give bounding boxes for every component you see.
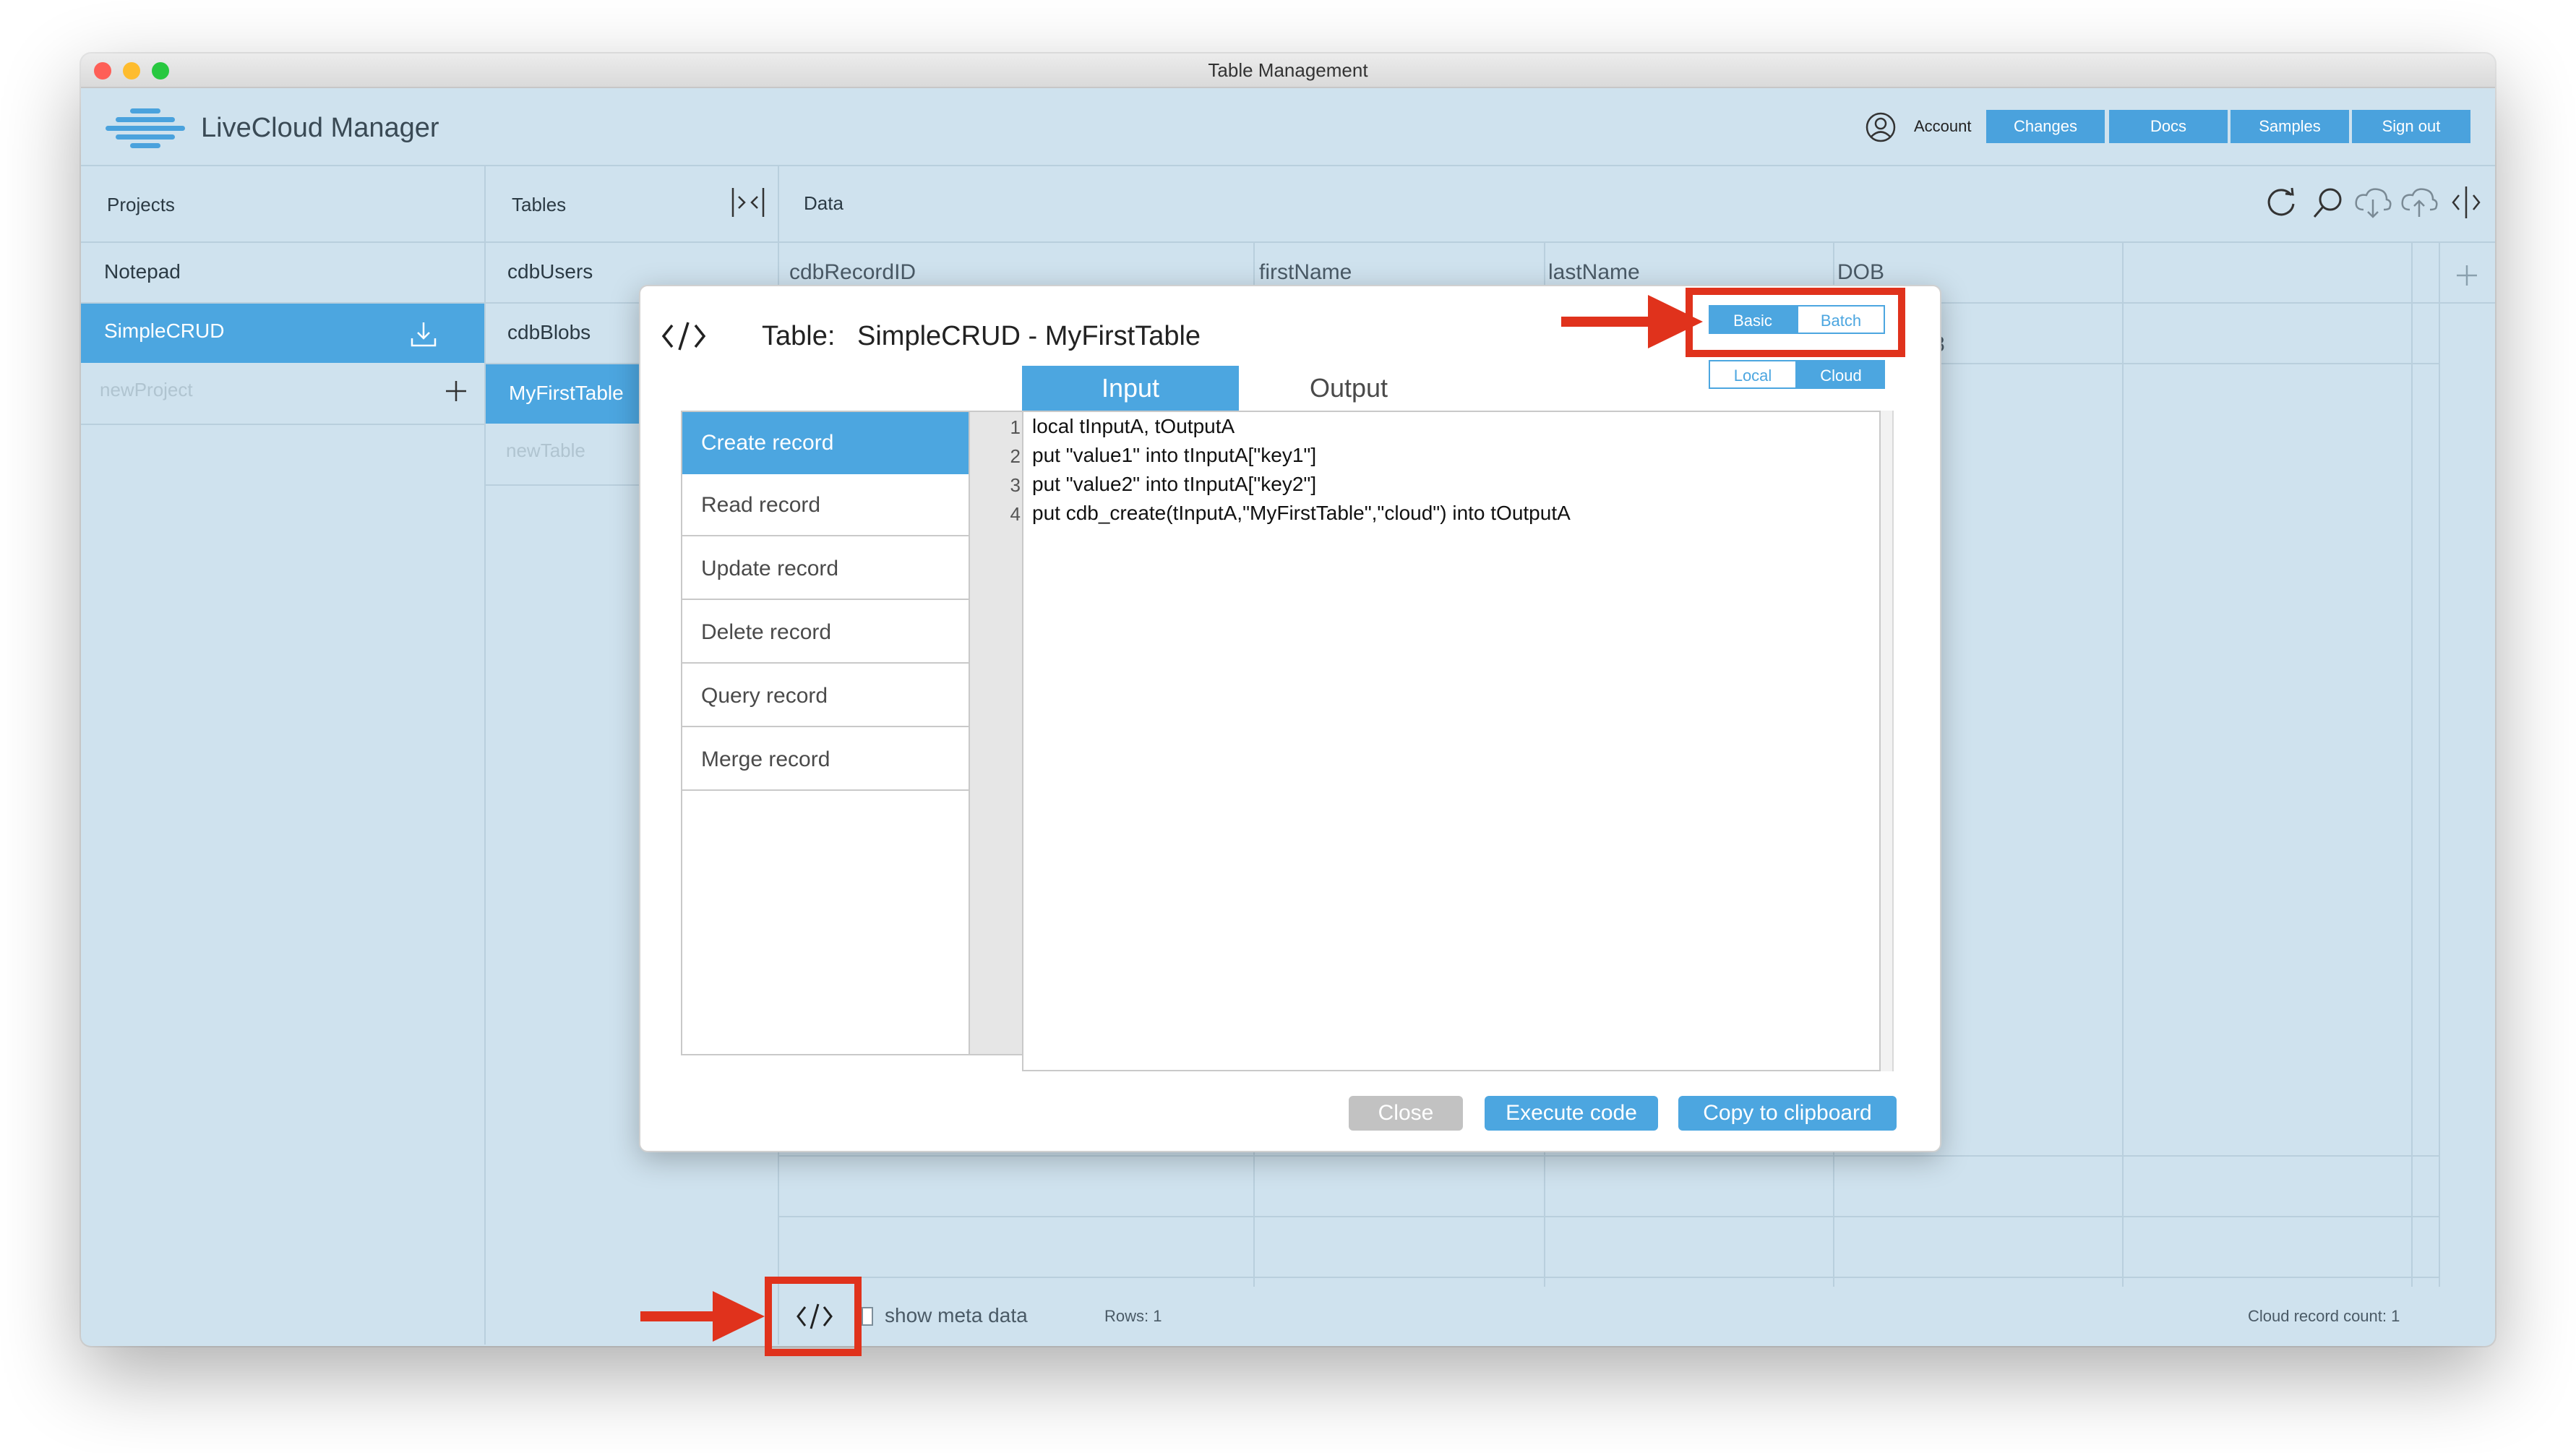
grid-header-cdbrecordid[interactable]: cdbRecordID (789, 260, 916, 285)
show-meta-label: show meta data (885, 1304, 1028, 1326)
rows-count: Rows: 1 (1104, 1307, 1162, 1325)
table-item-cdbblobs[interactable]: cdbBlobs (507, 321, 591, 344)
project-item-label: SimpleCRUD (104, 320, 225, 342)
line-number: 2 (1010, 445, 1021, 467)
new-table-input[interactable]: newTable (506, 440, 585, 462)
samples-button[interactable]: Samples (2231, 110, 2349, 143)
projects-divider (484, 165, 486, 1345)
table-item-myfirsttable[interactable]: MyFirstTable (486, 364, 645, 424)
brand-name: LiveCloud Manager (201, 113, 439, 143)
line-number: 3 (1010, 474, 1021, 496)
grid-header-firstname[interactable]: firstName (1259, 260, 1352, 285)
projects-heading: Projects (107, 194, 175, 215)
menu-query-record[interactable]: Query record (682, 665, 969, 727)
grid-row-divider (779, 1277, 2440, 1278)
dialog-table-name: SimpleCRUD - MyFirstTable (857, 321, 1201, 351)
window-title: Table Management (1208, 59, 1368, 81)
new-project-input[interactable]: newProject (100, 379, 193, 401)
title-bar: Table Management (81, 53, 2495, 88)
sign-out-button[interactable]: Sign out (2352, 110, 2470, 143)
tab-output[interactable]: Output (1240, 366, 1457, 411)
search-icon[interactable] (2310, 185, 2345, 220)
expand-panel-icon[interactable] (2449, 185, 2483, 220)
docs-button[interactable]: Docs (2109, 110, 2228, 143)
data-heading: Data (804, 192, 843, 214)
show-meta-checkbox[interactable] (862, 1307, 873, 1326)
cloud-download-icon[interactable] (2353, 185, 2392, 220)
cloud-upload-icon[interactable] (2400, 185, 2439, 220)
menu-create-record[interactable]: Create record (682, 412, 969, 474)
grid-row-divider (779, 1155, 2440, 1157)
code-line: put cdb_create(tInputA,"MyFirstTable","c… (1032, 502, 1571, 524)
project-item-notepad[interactable]: Notepad (104, 260, 181, 283)
menu-update-record[interactable]: Update record (682, 538, 969, 600)
execute-code-button[interactable]: Execute code (1485, 1096, 1658, 1131)
code-icon (661, 322, 706, 351)
menu-read-record[interactable]: Read record (682, 474, 969, 536)
changes-button[interactable]: Changes (1986, 110, 2105, 143)
copy-to-clipboard-button[interactable]: Copy to clipboard (1678, 1096, 1897, 1131)
row-divider (81, 424, 484, 425)
line-number: 4 (1010, 503, 1021, 525)
menu-merge-record[interactable]: Merge record (682, 729, 969, 791)
grid-col-divider (2411, 243, 2413, 1287)
row-divider (486, 484, 645, 486)
refresh-icon[interactable] (2264, 185, 2298, 220)
account-icon[interactable] (1865, 111, 1897, 143)
highlight-arrow-icon (1561, 295, 1703, 348)
cloud-record-count: Cloud record count: 1 (2248, 1307, 2400, 1325)
code-line: put "value2" into tInputA["key2"] (1032, 473, 1317, 495)
grid-edge (2439, 243, 2440, 1287)
table-item-label: MyFirstTable (509, 382, 624, 404)
collapse-panel-icon[interactable] (730, 187, 766, 218)
editor-scrollbar[interactable] (1881, 411, 1894, 1071)
menu-delete-record[interactable]: Delete record (682, 601, 969, 664)
table-item-cdbusers[interactable]: cdbUsers (507, 260, 593, 283)
dialog-table-label: Table: (762, 321, 836, 351)
cloud-toggle[interactable]: Cloud (1797, 360, 1885, 389)
grid-header-lastname[interactable]: lastName (1548, 260, 1640, 285)
code-line: local tInputA, tOutputA (1032, 415, 1235, 437)
code-line: put "value1" into tInputA["key1"] (1032, 444, 1317, 466)
grid-col-divider (2122, 243, 2124, 1287)
add-column-icon[interactable] (2455, 263, 2479, 288)
livecloud-logo-icon (106, 108, 185, 148)
download-icon[interactable] (409, 320, 438, 348)
account-label[interactable]: Account (1914, 117, 1972, 136)
tables-heading: Tables (512, 194, 567, 215)
line-number: 1 (1010, 416, 1021, 438)
project-item-simplecrud[interactable]: SimpleCRUD (81, 304, 484, 363)
local-toggle[interactable]: Local (1709, 360, 1797, 389)
highlight-arrow-icon (640, 1291, 765, 1342)
grid-header-dob[interactable]: DOB (1837, 260, 1884, 285)
grid-row-divider (779, 1216, 2440, 1217)
code-view-button[interactable] (795, 1301, 834, 1332)
add-project-icon[interactable] (444, 379, 468, 403)
close-button[interactable]: Close (1349, 1096, 1463, 1131)
tab-input[interactable]: Input (1022, 366, 1239, 411)
toggle-highlight-box (1686, 288, 1905, 357)
